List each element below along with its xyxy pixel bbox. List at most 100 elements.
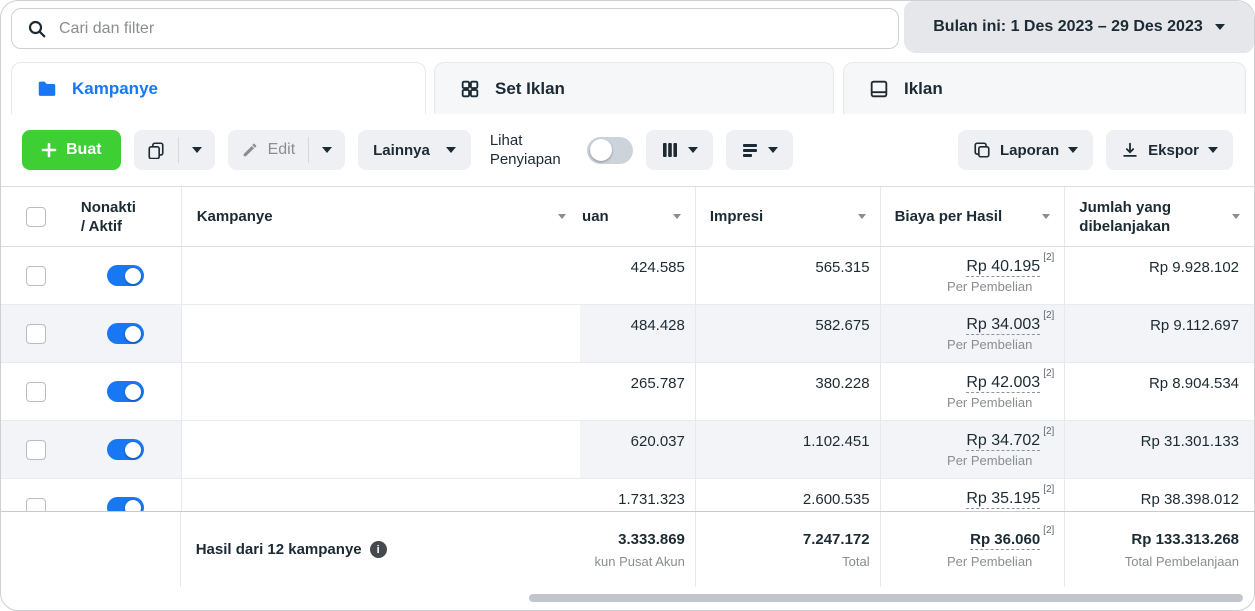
create-button[interactable]: Buat	[22, 130, 121, 170]
ads-manager-window: Bulan ini: 1 Des 2023 – 29 Des 2023 Kamp…	[0, 0, 1255, 611]
toggle-knob	[125, 442, 141, 458]
more-button-label: Lainnya	[373, 142, 430, 159]
tab-ad-sets[interactable]: Set Iklan	[434, 62, 834, 114]
date-range-selector[interactable]: Bulan ini: 1 Des 2023 – 29 Des 2023	[904, 1, 1254, 53]
totals-spend-cell: Rp 133.313.268 Total Pembelanjaan	[1064, 512, 1254, 587]
campaign-name-cell[interactable]	[181, 363, 580, 420]
chevron-down-icon	[322, 147, 332, 153]
campaign-active-toggle[interactable]	[107, 323, 144, 344]
search-filter-box[interactable]	[11, 8, 899, 49]
reach-cell: 484.428	[580, 305, 695, 362]
columns-button[interactable]	[646, 130, 713, 170]
amount-spent-cell: Rp 9.928.102	[1064, 247, 1254, 304]
sort-icon[interactable]	[558, 214, 566, 219]
chevron-down-icon	[1208, 147, 1218, 153]
horizontal-scrollbar[interactable]	[529, 594, 1243, 602]
edit-button[interactable]: Edit	[228, 130, 309, 170]
sort-icon[interactable]	[673, 214, 681, 219]
cost-value[interactable]: Rp 42.003	[966, 374, 1040, 393]
cost-footnote: [2]	[1043, 525, 1054, 536]
sort-icon[interactable]	[1042, 214, 1050, 219]
date-range-label: Bulan ini: 1 Des 2023 – 29 Des 2023	[933, 18, 1202, 36]
toggle-knob	[590, 139, 612, 161]
select-all-checkbox[interactable]	[26, 207, 46, 227]
tab-ads[interactable]: Iklan	[843, 62, 1246, 114]
cost-value[interactable]: Rp 34.003	[966, 316, 1040, 335]
column-header-reach[interactable]: uan	[580, 187, 695, 246]
cost-per-result-cell: Rp 34.003[2] Per Pembelian	[880, 305, 1065, 362]
cost-value[interactable]: Rp 35.195	[966, 490, 1040, 509]
row-checkbox[interactable]	[26, 266, 46, 286]
campaign-active-toggle[interactable]	[107, 381, 144, 402]
duplicate-button[interactable]	[134, 130, 178, 170]
breakdown-button[interactable]	[726, 130, 793, 170]
report-button[interactable]: Laporan	[958, 130, 1093, 170]
cost-footnote: [2]	[1043, 310, 1054, 321]
row-checkbox[interactable]	[26, 382, 46, 402]
campaign-active-toggle[interactable]	[107, 439, 144, 460]
reach-cell: 265.787	[580, 363, 695, 420]
search-input[interactable]	[59, 20, 883, 38]
toggle-knob	[125, 268, 141, 284]
column-header-amount-spent[interactable]: Jumlah yang dibelanjakan	[1064, 187, 1254, 246]
cost-sublabel: Per Pembelian	[947, 279, 1032, 294]
export-button-label: Ekspor	[1148, 142, 1199, 159]
campaign-name-cell[interactable]	[181, 247, 580, 304]
cost-per-result-cell: Rp 34.702[2] Per Pembelian	[880, 421, 1065, 478]
row-checkbox[interactable]	[26, 324, 46, 344]
info-icon[interactable]: i	[370, 541, 387, 558]
edit-dropdown-button[interactable]	[309, 130, 345, 170]
campaign-name-cell[interactable]	[181, 305, 580, 362]
amount-spent-cell: Rp 31.301.133	[1064, 421, 1254, 478]
table-row: 620.037 1.102.451 Rp 34.702[2] Per Pembe…	[1, 421, 1254, 479]
view-setup-label: Lihat Penyiapan	[490, 131, 574, 169]
duplicate-dropdown-button[interactable]	[179, 130, 215, 170]
duplicate-button-group	[134, 130, 215, 170]
cost-value[interactable]: Rp 34.702	[966, 432, 1040, 451]
report-button-label: Laporan	[1000, 142, 1059, 159]
export-button[interactable]: Ekspor	[1106, 130, 1233, 170]
cost-sublabel: Per Pembelian	[947, 453, 1032, 468]
view-setup-toggle[interactable]	[587, 137, 633, 164]
totals-lead-cell	[1, 512, 181, 587]
toggle-knob	[125, 384, 141, 400]
totals-spend-sublabel: Total Pembelanjaan	[1125, 554, 1239, 569]
grid-icon	[459, 78, 481, 100]
campaign-active-toggle[interactable]	[107, 265, 144, 286]
more-button[interactable]: Lainnya	[358, 130, 471, 170]
totals-cost-cell: Rp 36.060[2] Per Pembelian	[880, 512, 1065, 587]
impressions-cell: 380.228	[695, 363, 880, 420]
sort-icon[interactable]	[858, 214, 866, 219]
campaign-name-cell[interactable]	[181, 421, 580, 478]
folder-icon	[36, 78, 58, 100]
cost-footnote: [2]	[1043, 484, 1054, 495]
reach-cell: 620.037	[580, 421, 695, 478]
edit-button-label: Edit	[268, 141, 296, 159]
cost-sublabel: Per Pembelian	[947, 395, 1032, 410]
column-header-cost-per-result[interactable]: Biaya per Hasil	[880, 187, 1065, 246]
select-all-cell	[1, 187, 71, 246]
cost-per-result-cell: Rp 40.195[2] Per Pembelian	[880, 247, 1065, 304]
sort-icon[interactable]	[1232, 214, 1240, 219]
search-icon	[27, 19, 47, 39]
amount-spent-cell: Rp 8.904.534	[1064, 363, 1254, 420]
cost-footnote: [2]	[1043, 368, 1054, 379]
toolbar: Buat Edit	[1, 114, 1254, 186]
table-header: Nonakti / Aktif Kampanye uan Impresi Bia…	[1, 186, 1254, 247]
totals-impressions-sublabel: Total	[842, 554, 869, 569]
report-icon	[973, 141, 991, 159]
tab-campaigns[interactable]: Kampanye	[11, 62, 426, 114]
tab-ads-label: Iklan	[904, 79, 943, 99]
totals-cost-value[interactable]: Rp 36.060	[970, 531, 1040, 550]
column-header-campaign[interactable]: Kampanye	[181, 187, 580, 246]
totals-label: Hasil dari 12 kampanye	[196, 541, 362, 558]
chevron-down-icon	[1215, 24, 1225, 30]
cost-footnote: [2]	[1043, 426, 1054, 437]
status-header-line2: / Aktif	[81, 217, 136, 236]
column-header-impressions[interactable]: Impresi	[695, 187, 880, 246]
chevron-down-icon	[1068, 147, 1078, 153]
row-checkbox[interactable]	[26, 440, 46, 460]
ad-frame-icon	[868, 78, 890, 100]
cost-value[interactable]: Rp 40.195	[966, 258, 1040, 277]
chevron-down-icon	[688, 147, 698, 153]
